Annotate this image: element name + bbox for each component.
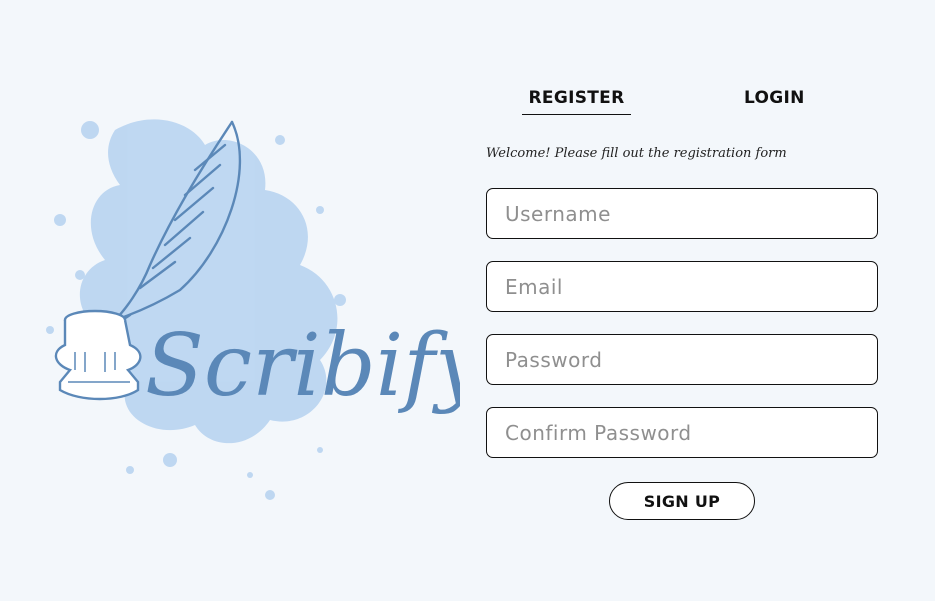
email-field[interactable] (486, 261, 878, 312)
quill-inkwell-icon: Scribify (46, 119, 460, 500)
logo-text: Scribify (145, 316, 460, 416)
welcome-message: Welcome! Please fill out the registratio… (486, 146, 787, 161)
tab-login[interactable]: LOGIN (744, 88, 805, 114)
auth-tabs: REGISTER LOGIN (486, 88, 878, 120)
registration-panel: REGISTER LOGIN Welcome! Please fill out … (486, 0, 878, 601)
password-field[interactable] (486, 334, 878, 385)
scribify-logo: Scribify (20, 90, 460, 510)
sign-up-button[interactable]: SIGN UP (609, 482, 755, 520)
username-field[interactable] (486, 188, 878, 239)
tab-register[interactable]: REGISTER (522, 88, 631, 115)
confirm-password-field[interactable] (486, 407, 878, 458)
